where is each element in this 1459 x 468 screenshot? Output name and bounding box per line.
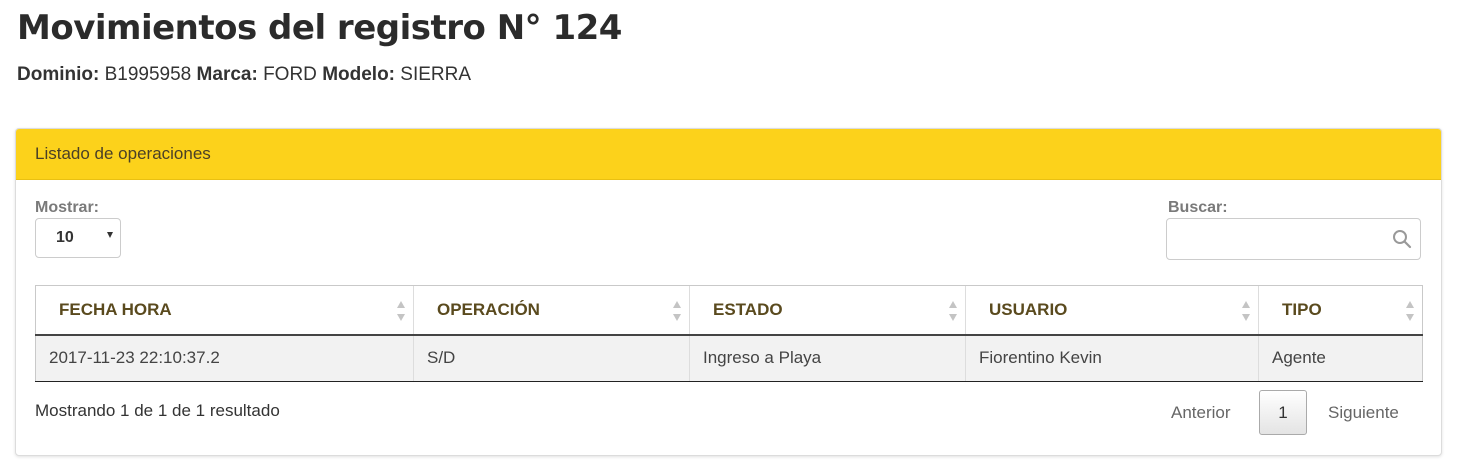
- dropdown-arrow-icon: [107, 232, 113, 238]
- cell-estado: Ingreso a Playa: [689, 334, 966, 382]
- show-entries-select[interactable]: 10: [35, 218, 121, 258]
- table-info: Mostrando 1 de 1 de 1 resultado: [35, 401, 280, 420]
- cell-tipo: Agente: [1258, 334, 1423, 382]
- pagination-page-1[interactable]: 1: [1259, 390, 1307, 435]
- panel-heading: Listado de operaciones: [16, 129, 1441, 180]
- search-label: Buscar:: [1168, 199, 1228, 216]
- sort-icon: [1242, 301, 1251, 321]
- column-header-usuario[interactable]: USUARIO: [965, 285, 1259, 336]
- pagination-next[interactable]: Siguiente: [1328, 403, 1399, 423]
- cell-fecha-hora: 2017-11-23 22:10:37.2: [35, 334, 414, 382]
- cell-operacion: S/D: [413, 334, 690, 382]
- column-header-operacion[interactable]: OPERACIÓN: [413, 285, 690, 336]
- dominio-label: Dominio:: [17, 64, 100, 85]
- search-box: [1166, 218, 1421, 260]
- search-input[interactable]: [1167, 219, 1402, 259]
- show-entries-label: Mostrar:: [35, 199, 100, 216]
- vehicle-info: Dominio: B1995958 Marca: FORD Modelo: SI…: [17, 64, 471, 86]
- table-row: 2017-11-23 22:10:37.2 S/D Ingreso a Play…: [35, 334, 1423, 382]
- sort-icon: [949, 301, 958, 321]
- column-header-tipo[interactable]: TIPO: [1258, 285, 1423, 336]
- modelo-value: SIERRA: [400, 64, 472, 85]
- marca-label: Marca:: [196, 64, 258, 85]
- dominio-value: B1995958: [104, 64, 192, 85]
- modelo-label: Modelo:: [322, 64, 396, 85]
- cell-usuario: Fiorentino Kevin: [965, 334, 1259, 382]
- sort-icon: [1406, 301, 1415, 321]
- column-header-estado[interactable]: ESTADO: [689, 285, 966, 336]
- sort-icon: [673, 301, 682, 321]
- show-entries-value: 10: [56, 229, 74, 246]
- operations-panel: Listado de operaciones Mostrar: 10 Busca…: [15, 128, 1442, 456]
- operations-table: FECHA HORA OPERACIÓN ESTADO USUARIO TIPO…: [35, 285, 1423, 382]
- marca-value: FORD: [263, 64, 317, 85]
- column-header-fecha-hora[interactable]: FECHA HORA: [35, 285, 414, 336]
- table-header-row: FECHA HORA OPERACIÓN ESTADO USUARIO TIPO: [35, 285, 1423, 336]
- page-title: Movimientos del registro N° 124: [17, 8, 622, 48]
- search-icon: [1393, 230, 1412, 249]
- pagination-previous[interactable]: Anterior: [1171, 403, 1231, 423]
- sort-icon: [397, 301, 406, 321]
